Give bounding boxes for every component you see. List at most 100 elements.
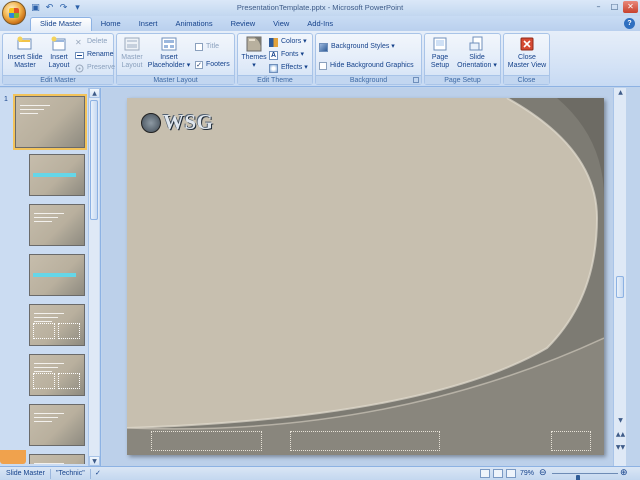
insert-slide-master-icon	[17, 36, 32, 50]
next-slide-icon[interactable]: ▼▼	[615, 443, 626, 452]
close-master-view-button[interactable]: Close Master View	[505, 36, 549, 70]
insert-placeholder-button[interactable]: Insert Placeholder ▾	[145, 36, 193, 70]
thumbnail-layout[interactable]	[29, 304, 85, 346]
slide-scroll-thumb[interactable]	[616, 276, 624, 298]
slide-scrollbar[interactable]: ▲ ▼ ▲▲ ▼▼	[613, 88, 626, 466]
window-title: PresentationTemplate.pptx - Microsoft Po…	[236, 3, 404, 12]
maximize-button[interactable]: □	[607, 1, 622, 13]
thumbnail-layout[interactable]	[29, 204, 85, 246]
group-page-setup: Page Setup Slide Orientation ▾ Page Setu…	[424, 33, 501, 85]
tab-slide-master[interactable]: Slide Master	[30, 17, 92, 31]
page-setup-button[interactable]: Page Setup	[427, 36, 453, 70]
logo-text: WSG	[163, 110, 214, 134]
help-icon[interactable]: ?	[624, 18, 635, 29]
status-bar: Slide Master "Technic" ✓ 79% ⊖ ⊕	[0, 466, 640, 480]
colors-icon	[269, 37, 278, 47]
thumbnail-layout[interactable]	[29, 454, 85, 464]
close-window-button[interactable]: ✕	[623, 1, 638, 13]
thumbnail-layout[interactable]	[29, 254, 85, 296]
delete-icon: ✕	[75, 37, 82, 47]
zoom-level[interactable]: 79%	[520, 467, 534, 480]
title-checkbox[interactable]: Title	[195, 42, 219, 52]
footers-checkbox-label: Footers	[206, 61, 230, 68]
thumbnail-text-line	[34, 213, 64, 214]
date-placeholder[interactable]	[151, 431, 262, 451]
tab-view[interactable]: View	[264, 17, 298, 31]
title-checkbox-box	[195, 43, 203, 51]
slide-background-graphic	[127, 98, 604, 455]
status-theme-name: "Technic"	[56, 470, 85, 477]
zoom-out-icon[interactable]: ⊖	[539, 467, 547, 480]
scroll-up-icon[interactable]: ▲	[615, 88, 626, 97]
insert-layout-button[interactable]: Insert Layout	[45, 36, 73, 70]
office-button[interactable]	[2, 1, 26, 25]
zoom-in-icon[interactable]: ⊕	[620, 467, 628, 480]
status-separator	[50, 469, 51, 479]
effects-button[interactable]: Effects ▾	[269, 63, 308, 73]
slide-sorter-view-icon[interactable]	[493, 469, 503, 478]
background-styles-button[interactable]: Background Styles ▾	[319, 42, 395, 52]
slide-number-placeholder[interactable]	[551, 431, 591, 451]
background-styles-icon	[319, 42, 328, 52]
insert-layout-label: Insert Layout	[48, 54, 70, 69]
ribbon-tab-strip: Slide Master Home Insert Animations Review Vi…	[0, 16, 640, 31]
thumbnail-text-line	[34, 321, 52, 322]
preserve-button[interactable]: Preserve	[75, 63, 115, 73]
tab-insert[interactable]: Insert	[130, 17, 167, 31]
group-edit-master: Insert Slide Master Insert Layout ✕ Dele…	[2, 33, 115, 85]
group-label-close: Close	[504, 75, 549, 84]
insert-layout-icon	[51, 36, 66, 51]
pane-resize-handle[interactable]	[0, 450, 26, 464]
title-checkbox-label: Title	[206, 43, 219, 50]
fonts-button[interactable]: A Fonts ▾	[269, 50, 304, 60]
spell-check-icon[interactable]: ✓	[95, 467, 101, 480]
minimize-button[interactable]: –	[591, 1, 606, 13]
scroll-down-icon[interactable]: ▼	[89, 456, 100, 466]
rename-button[interactable]: Rename	[75, 50, 113, 60]
scroll-down-icon[interactable]: ▼	[615, 416, 626, 425]
thumbnail-layout[interactable]	[29, 404, 85, 446]
normal-view-icon[interactable]	[480, 469, 490, 478]
hide-background-graphics-checkbox[interactable]: Hide Background Graphics	[319, 61, 414, 71]
previous-slide-icon[interactable]: ▲▲	[615, 430, 626, 439]
thumbnail-scroll-thumb[interactable]	[90, 100, 98, 220]
group-label-master-layout: Master Layout	[117, 75, 234, 84]
slide-orientation-button[interactable]: Slide Orientation ▾	[454, 36, 500, 70]
thumbnail-text-line	[34, 421, 52, 422]
group-close: Close Master View Close	[503, 33, 550, 85]
group-label-background: Background	[316, 75, 421, 84]
themes-button[interactable]: Themes ▾	[240, 36, 268, 70]
preserve-label: Preserve	[87, 64, 116, 71]
scroll-up-icon[interactable]: ▲	[89, 88, 100, 98]
insert-placeholder-label: Insert Placeholder ▾	[147, 54, 191, 69]
delete-label: Delete	[87, 38, 108, 45]
thumbnail-slide-master[interactable]	[13, 94, 87, 150]
thumbnail-text-line	[34, 367, 58, 368]
master-layout-button[interactable]: Master Layout	[119, 36, 145, 70]
delete-button[interactable]: ✕ Delete	[75, 37, 107, 47]
group-background: Background Styles ▾ Hide Background Grap…	[315, 33, 422, 85]
tab-home[interactable]: Home	[92, 17, 130, 31]
thumbnail-content-box	[58, 373, 80, 389]
rename-icon	[75, 51, 84, 59]
insert-slide-master-button[interactable]: Insert Slide Master	[5, 36, 45, 70]
themes-icon	[246, 36, 262, 52]
zoom-slider[interactable]	[552, 473, 618, 480]
footer-placeholder[interactable]	[290, 431, 440, 451]
colors-button[interactable]: Colors ▾	[269, 37, 307, 47]
tab-review[interactable]: Review	[222, 17, 265, 31]
slide-show-view-icon[interactable]	[506, 469, 516, 478]
thumbnail-text-line	[34, 417, 58, 418]
tab-add-ins[interactable]: Add-Ins	[298, 17, 342, 31]
slide-master-canvas[interactable]: WSG	[127, 98, 604, 455]
thumbnail-scrollbar[interactable]: ▲ ▼	[88, 88, 100, 466]
tab-animations[interactable]: Animations	[166, 17, 221, 31]
footers-checkbox[interactable]: ✓ Footers	[195, 60, 230, 70]
themes-dropdown-icon: ▾	[252, 62, 256, 69]
thumbnail-layout[interactable]	[29, 354, 85, 396]
background-dialog-launcher-icon[interactable]	[413, 77, 419, 83]
zoom-slider-knob[interactable]	[576, 475, 580, 480]
hide-background-graphics-box	[319, 62, 327, 70]
rename-label: Rename	[87, 51, 114, 58]
thumbnail-layout[interactable]	[29, 154, 85, 196]
